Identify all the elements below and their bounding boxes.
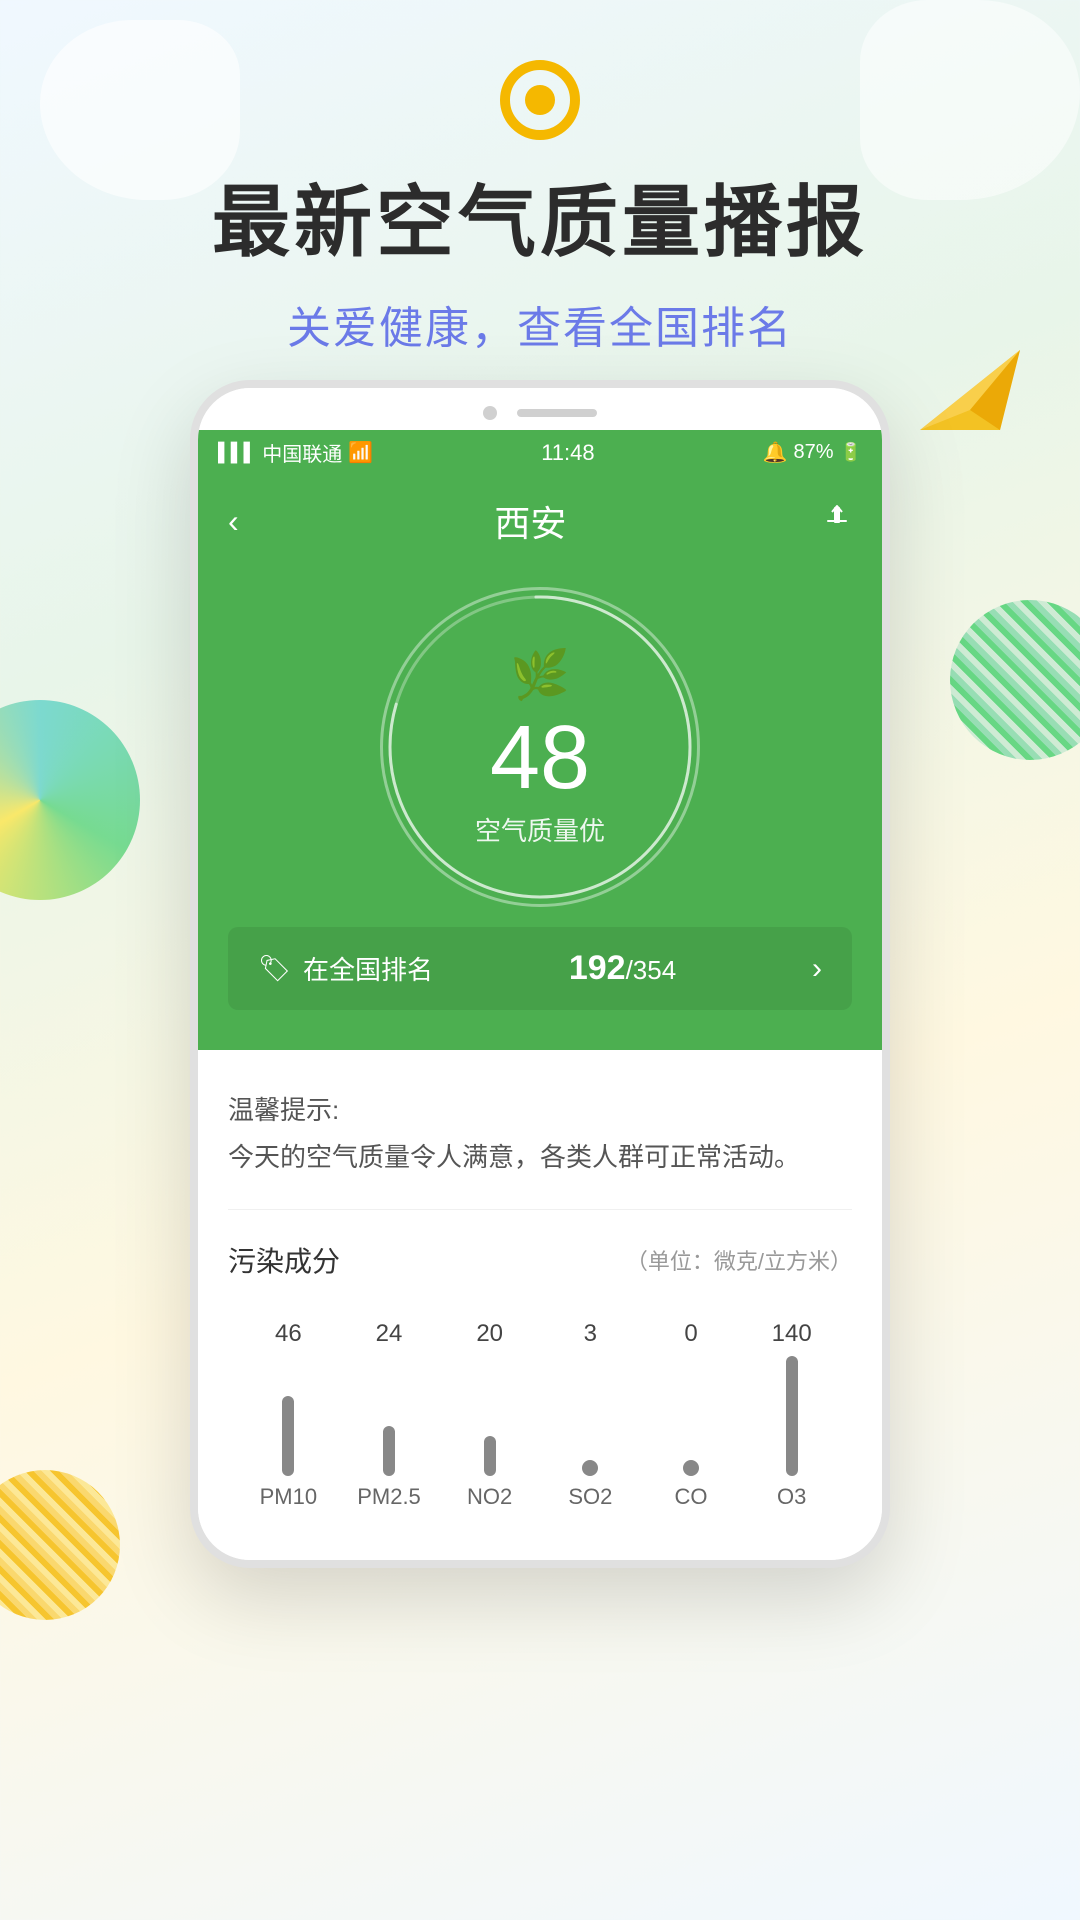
status-right: 🔔 87% 🔋: [763, 440, 862, 465]
pollutant-item: 46 PM10: [238, 1320, 339, 1510]
pollutant-bar: [282, 1396, 294, 1476]
content-area: 温馨提示: 今天的空气质量令人满意，各类人群可正常活动。 污染成分 （单位：微克…: [198, 1050, 882, 1560]
pollutant-bar-container: [383, 1356, 395, 1476]
pollutant-item: 140 O3: [741, 1320, 842, 1510]
alarm-icon: 🔔: [763, 440, 788, 465]
carrier-name: 中国联通: [262, 438, 342, 467]
phone-top-bar: [198, 388, 882, 430]
city-title: 西安: [494, 495, 566, 547]
ranking-number: 192/354: [569, 949, 676, 988]
pollutant-item: 0 CO: [641, 1320, 742, 1510]
sub-title: 关爱健康，查看全国排名: [0, 292, 1080, 356]
pollutants-header: 污染成分 （单位：微克/立方米）: [228, 1240, 852, 1280]
pollutant-name: SO2: [568, 1484, 612, 1510]
decorative-circle-right: [950, 600, 1080, 760]
aqi-leaf-icon: 🌿: [510, 646, 570, 703]
pollutant-bar-container: [484, 1356, 496, 1476]
status-left: ▌▌▌ 中国联通 📶: [218, 438, 373, 467]
pollutant-name: CO: [675, 1484, 708, 1510]
pollutant-item: 20 NO2: [439, 1320, 540, 1510]
app-header: ‹ 西安: [198, 475, 882, 567]
pollutant-value: 0: [684, 1320, 697, 1348]
pollutants-unit: （单位：微克/立方米）: [626, 1244, 852, 1276]
tip-title: 温馨提示:: [228, 1090, 852, 1127]
pollutant-bar: [786, 1356, 798, 1476]
phone-speaker: [517, 409, 597, 417]
pollutant-value: 3: [584, 1320, 597, 1348]
phone-camera: [483, 406, 497, 420]
pollutant-value: 24: [376, 1320, 403, 1348]
pollutant-bar-container: [282, 1356, 294, 1476]
battery-percent: 87%: [794, 441, 834, 464]
main-title: 最新空气质量播报: [0, 160, 1080, 272]
signal-icon: ▌▌▌: [218, 442, 256, 463]
pollutant-value: 46: [275, 1320, 302, 1348]
pollutant-name: PM2.5: [357, 1484, 421, 1510]
pollutant-bar-container: [683, 1356, 699, 1476]
status-bar: ▌▌▌ 中国联通 📶 11:48 🔔 87% 🔋: [198, 430, 882, 475]
status-time: 11:48: [541, 440, 594, 466]
pollutant-value: 140: [772, 1320, 812, 1348]
wifi-icon: 📶: [348, 440, 373, 465]
pollutant-bar-container: [786, 1356, 798, 1476]
pollutant-bar: [383, 1426, 395, 1476]
pollutant-item: 3 SO2: [540, 1320, 641, 1510]
sun-icon: [500, 60, 580, 140]
pollutant-bar: [484, 1436, 496, 1476]
ranking-info: 🏷 在全国排名: [258, 950, 433, 987]
pollutant-dot: [683, 1460, 699, 1476]
aqi-label: 空气质量优: [475, 811, 605, 848]
pollutant-dot: [582, 1460, 598, 1476]
decorative-circle-left: [0, 700, 140, 900]
phone-container: ▌▌▌ 中国联通 📶 11:48 🔔 87% 🔋 ‹ 西安: [190, 380, 890, 1568]
ranking-chevron-icon: ›: [812, 952, 822, 986]
pollutant-item: 24 PM2.5: [339, 1320, 440, 1510]
aqi-value: 48: [490, 713, 590, 803]
pollutant-value: 20: [476, 1320, 503, 1348]
tip-text: 今天的空气质量令人满意，各类人群可正常活动。: [228, 1137, 852, 1179]
phone-mockup: ▌▌▌ 中国联通 📶 11:48 🔔 87% 🔋 ‹ 西安: [190, 380, 890, 1568]
share-button[interactable]: [822, 502, 852, 540]
ranking-bar[interactable]: 🏷 在全国排名 192/354 ›: [228, 927, 852, 1010]
pollutants-title: 污染成分: [228, 1240, 340, 1280]
top-section: 最新空气质量播报 关爱健康，查看全国排名: [0, 0, 1080, 356]
aqi-circle-bg: 🌿 48 空气质量优: [380, 587, 700, 907]
pollutant-name: PM10: [260, 1484, 317, 1510]
aqi-circle-container: 🌿 48 空气质量优: [380, 587, 700, 907]
pollutant-name: NO2: [467, 1484, 512, 1510]
ranking-text: 在全国排名: [303, 950, 433, 987]
battery-icon: 🔋: [840, 442, 862, 463]
back-button[interactable]: ‹: [228, 503, 239, 540]
pollutant-name: O3: [777, 1484, 806, 1510]
decorative-circle-bottom-left: [0, 1470, 120, 1620]
pollutant-bar-container: [582, 1356, 598, 1476]
ranking-flag-icon: 🏷: [258, 953, 291, 984]
aqi-section: 🌿 48 空气质量优 🏷 在全国排名 192/354 ›: [198, 567, 882, 1050]
pollutants-chart: 46 PM10 24 PM2.5 20 NO2 3 SO2 0 CO 140 O3: [228, 1310, 852, 1510]
tip-section: 温馨提示: 今天的空气质量令人满意，各类人群可正常活动。: [228, 1080, 852, 1210]
pollutants-section: 污染成分 （单位：微克/立方米） 46 PM10 24 PM2.5 20 NO2 3 SO2 0…: [228, 1210, 852, 1530]
